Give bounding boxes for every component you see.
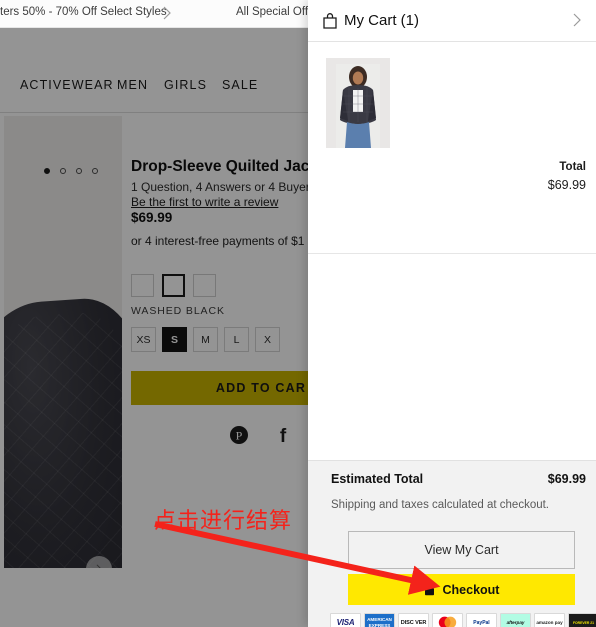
- gallery-dot-3[interactable]: [76, 168, 82, 174]
- payment-icon-afterpay: afterpay: [500, 613, 531, 627]
- view-my-cart-button[interactable]: View My Cart: [348, 531, 575, 569]
- nav-item-activewear[interactable]: ACTIVEWEAR: [20, 78, 114, 92]
- product-gallery[interactable]: [4, 116, 122, 568]
- cart-item-thumbnail[interactable]: [326, 58, 390, 148]
- screenshot-root: ters 50% - 70% Off Select Styles All Spe…: [0, 0, 596, 627]
- gallery-dot-4[interactable]: [92, 168, 98, 174]
- chevron-right-icon[interactable]: [568, 11, 586, 29]
- size-option-xs[interactable]: XS: [131, 327, 156, 352]
- color-swatch-navy[interactable]: [193, 274, 216, 297]
- checkout-label: Checkout: [442, 582, 500, 597]
- cart-item-divider: [308, 253, 596, 254]
- estimated-total-value: $69.99: [547, 472, 586, 486]
- cart-title: My Cart (1): [344, 12, 419, 29]
- gallery-dots[interactable]: [44, 168, 98, 174]
- nav-item-sale[interactable]: SALE: [222, 78, 258, 92]
- lock-icon: [424, 583, 435, 596]
- total-value: $69.99: [547, 178, 586, 192]
- promo-left-text: ters 50% - 70% Off Select Styles: [0, 6, 167, 18]
- size-option-xl[interactable]: X: [255, 327, 280, 352]
- gallery-dot-2[interactable]: [60, 168, 66, 174]
- chevron-right-icon[interactable]: [158, 4, 176, 22]
- payment-icon-paypal: PayPal: [466, 613, 497, 627]
- svg-text:f: f: [280, 426, 287, 445]
- estimated-total-label: Estimated Total: [331, 472, 424, 486]
- payment-icon-visa: VISA: [330, 613, 361, 627]
- checkout-button[interactable]: Checkout: [348, 574, 575, 605]
- svg-text:P: P: [236, 429, 243, 443]
- payment-icon-gift-card-1: FOREVER 21: [568, 613, 596, 627]
- payment-icon-amazon-pay: amazon pay: [534, 613, 565, 627]
- gallery-dot-1[interactable]: [44, 168, 50, 174]
- payment-methods: VISA AMERICAN EXPRESS DISC VER PayPal af…: [330, 613, 596, 627]
- facebook-icon[interactable]: f: [273, 425, 293, 447]
- color-swatch-washed-black[interactable]: [162, 274, 185, 297]
- color-swatch-mauve[interactable]: [131, 274, 154, 297]
- size-option-m[interactable]: M: [193, 327, 218, 352]
- color-swatches[interactable]: [131, 274, 216, 297]
- pinterest-icon[interactable]: P: [229, 425, 249, 445]
- shipping-note: Shipping and taxes calculated at checkou…: [331, 499, 550, 511]
- cart-header: My Cart (1): [308, 0, 596, 42]
- nav-item-men[interactable]: MEN: [117, 78, 148, 92]
- cart-footer: Estimated Total $69.99 Shipping and taxe…: [308, 460, 596, 627]
- product-hero-image: [4, 294, 122, 568]
- shopping-bag-icon: [322, 12, 338, 30]
- chevron-right-icon: [96, 564, 101, 568]
- total-label: Total: [559, 161, 586, 173]
- selected-color-label: WASHED BLACK: [131, 305, 225, 317]
- payment-icon-american-express: AMERICAN EXPRESS: [364, 613, 395, 627]
- payment-icon-mastercard: [432, 613, 463, 627]
- nav-item-girls[interactable]: GIRLS: [164, 78, 207, 92]
- size-selector[interactable]: XS S M L X: [131, 327, 280, 352]
- size-option-l[interactable]: L: [224, 327, 249, 352]
- size-option-s[interactable]: S: [162, 327, 187, 352]
- cart-item-thumbnail-image: [336, 64, 380, 148]
- payment-icon-discover: DISC VER: [398, 613, 429, 627]
